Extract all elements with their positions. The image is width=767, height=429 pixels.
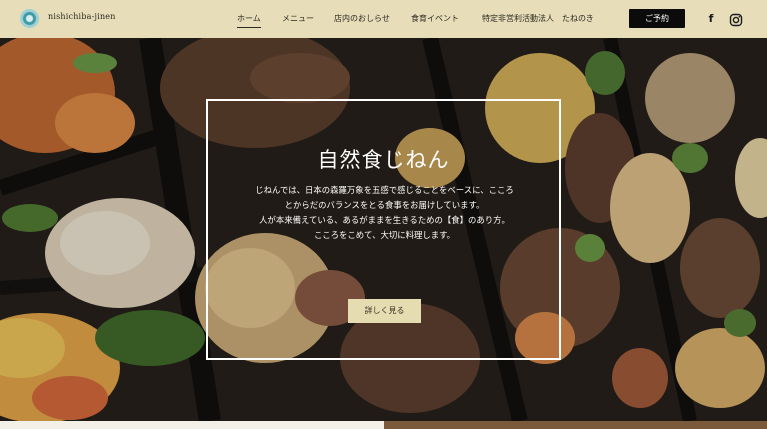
hero-description: じねんでは、日本の森羅万象を五感で感じることをベースに、こころ とからだのバラン…: [238, 183, 531, 243]
reserve-button[interactable]: ご予約: [629, 9, 685, 28]
nav-npo-tanenoki[interactable]: 特定非営利活動法人 たねのき: [482, 13, 594, 24]
logo-icon[interactable]: [20, 9, 39, 28]
learn-more-button[interactable]: 詳しく見る: [348, 299, 421, 323]
brand-name[interactable]: nishichiba-jinen: [48, 12, 116, 21]
nav-news[interactable]: 店内のおしらせ: [334, 13, 390, 24]
facebook-icon[interactable]: f: [704, 12, 718, 26]
instagram-icon[interactable]: [729, 12, 743, 27]
hero-description-line: とからだのバランスをとる食事をお届けしています。: [284, 200, 485, 210]
hero-title: 自然食じねん: [317, 148, 450, 172]
hero-intro-frame: 自然食じねん じねんでは、日本の森羅万象を五感で感じることをベースに、こころ と…: [206, 99, 561, 360]
hero-description-line: じねんでは、日本の森羅万象を五感で感じることをベースに、こころ: [255, 185, 514, 195]
next-section-left: [0, 421, 384, 429]
next-section-photo: [384, 421, 767, 429]
site-header: nishichiba-jinen ホーム メニュー 店内のおしらせ 食育イベント…: [0, 0, 767, 38]
nav-food-events[interactable]: 食育イベント: [411, 13, 459, 24]
nav-menu[interactable]: メニュー: [282, 13, 314, 24]
hero-section: 自然食じねん じねんでは、日本の森羅万象を五感で感じることをベースに、こころ と…: [0, 38, 767, 421]
hero-description-line: こころをこめて、大切に料理します。: [313, 230, 456, 240]
hero-description-line: 人が本来備えている、あるがままを生きるための【食】のあり方。: [259, 215, 510, 225]
nav-home[interactable]: ホーム: [237, 13, 261, 28]
